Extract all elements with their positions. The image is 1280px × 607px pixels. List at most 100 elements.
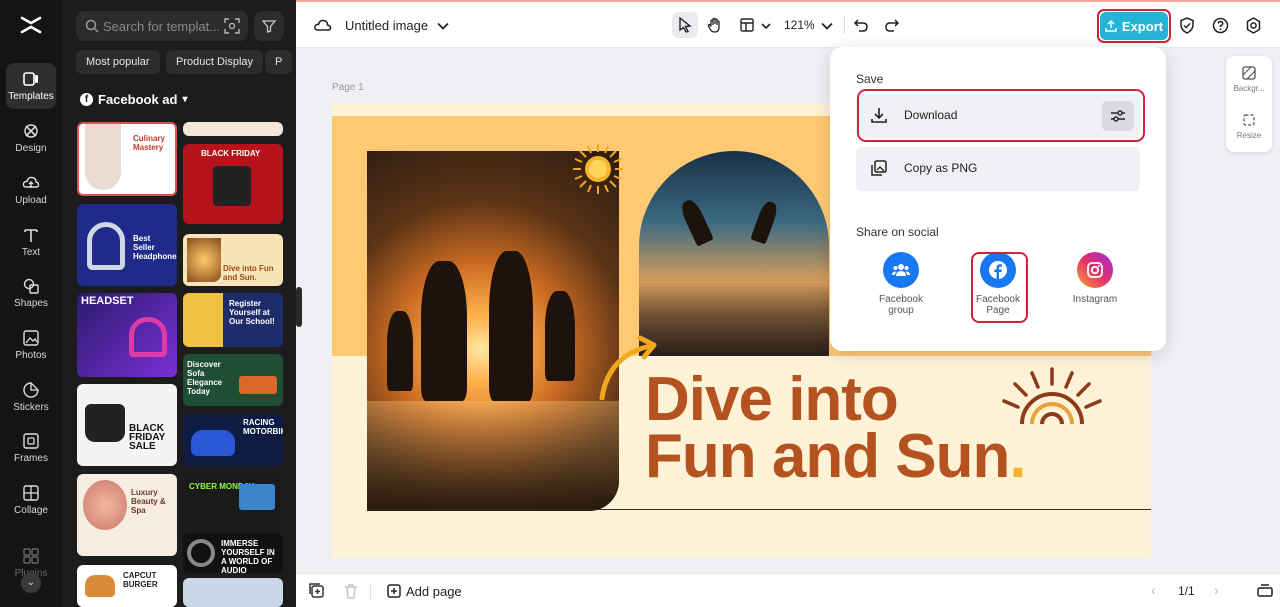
settings-gear-icon[interactable]: [1242, 14, 1264, 36]
photos-icon: [23, 330, 39, 346]
rail-design[interactable]: Design: [6, 115, 56, 161]
duplicate-page-icon[interactable]: [308, 582, 326, 600]
template-title: RACING MOTORBIKE: [243, 418, 283, 436]
design-icon: [24, 124, 38, 138]
chip-most-popular[interactable]: Most popular: [76, 50, 160, 74]
template-thumb[interactable]: Luxury Beauty & Spa: [77, 474, 177, 556]
template-thumb[interactable]: Register Yourself at Our School!: [183, 293, 283, 347]
side-tool-label: Resize: [1236, 131, 1262, 140]
category-selector[interactable]: f Facebook ad ▾: [80, 92, 188, 107]
add-page-label: Add page: [406, 583, 462, 599]
rail-text[interactable]: Text: [6, 219, 56, 265]
social-label: Instagram: [1072, 294, 1118, 305]
chip-more[interactable]: P: [265, 50, 293, 74]
shield-icon[interactable]: [1176, 14, 1198, 36]
search-placeholder: Search for templat...: [103, 19, 221, 34]
rail-label: Upload: [15, 195, 47, 206]
template-title: Discover Sofa Elegance Today: [187, 360, 223, 396]
delete-page-icon[interactable]: [342, 582, 360, 600]
template-title: Register Yourself at Our School!: [229, 299, 275, 326]
chevron-down-icon[interactable]: [432, 15, 454, 37]
rail-frames[interactable]: Frames: [6, 425, 56, 471]
template-thumb[interactable]: BLACK FRIDAY SALE: [77, 384, 177, 466]
cloud-save-icon[interactable]: [312, 14, 334, 36]
template-thumb[interactable]: RACING MOTORBIKE: [183, 414, 283, 466]
chevron-down-icon[interactable]: [755, 15, 777, 37]
upload-icon: [22, 176, 40, 188]
help-icon[interactable]: [1209, 14, 1231, 36]
template-thumb[interactable]: [183, 578, 283, 607]
rail-label: Text: [21, 247, 41, 258]
left-rail: Templates Design Upload Text Shapes Phot…: [0, 0, 62, 607]
sunburst-graphic: [1002, 367, 1102, 425]
zoom-level[interactable]: 121%: [784, 18, 815, 32]
select-tool-icon[interactable]: [672, 12, 698, 38]
template-thumb[interactable]: CAPCUT BURGER: [77, 565, 177, 607]
template-title: Luxury Beauty & Spa: [131, 488, 166, 515]
template-thumb[interactable]: BLACK FRIDAY: [183, 144, 283, 224]
template-thumb[interactable]: CYBER MONDAY: [183, 474, 283, 526]
search-icon: [85, 19, 99, 33]
copy-image-icon: [871, 160, 887, 176]
template-title: CAPCUT BURGER: [123, 571, 158, 589]
social-label: group: [888, 305, 914, 316]
headline-text[interactable]: Dive into Fun and Sun.: [645, 365, 1027, 488]
template-title: HEADSET: [81, 295, 134, 307]
chip-product-display[interactable]: Product Display: [166, 50, 264, 74]
collage-icon: [23, 485, 39, 501]
share-section-title: Share on social: [856, 225, 939, 239]
template-thumb[interactable]: Best Seller Headphone: [77, 204, 177, 286]
family-beach-photo[interactable]: [367, 151, 619, 511]
resize-tool[interactable]: Resize: [1226, 113, 1272, 140]
rail-label: Collage: [14, 505, 48, 516]
filter-button[interactable]: [254, 11, 284, 41]
pages-panel-icon[interactable]: [1257, 583, 1273, 597]
rail-label: Frames: [14, 453, 48, 464]
template-search-input[interactable]: Search for templat...: [76, 11, 248, 41]
instagram-share[interactable]: Instagram: [1060, 252, 1130, 305]
collapse-rail-button[interactable]: ⌄: [21, 573, 41, 593]
rail-stickers[interactable]: Stickers: [6, 374, 56, 420]
background-tool[interactable]: Backgr...: [1226, 66, 1272, 93]
document-title[interactable]: Untitled image: [345, 18, 428, 33]
jumping-beach-photo[interactable]: [639, 151, 829, 356]
rail-photos[interactable]: Photos: [6, 322, 56, 368]
frames-icon: [23, 433, 39, 449]
facebook-icon: f: [80, 93, 93, 106]
template-title: Culinary Mastery: [133, 134, 166, 152]
prev-page-icon[interactable]: ‹: [1151, 582, 1156, 598]
top-toolbar: Untitled image 121% Export: [296, 2, 1280, 48]
chevron-down-icon: ▾: [182, 94, 188, 105]
rail-shapes[interactable]: Shapes: [6, 270, 56, 316]
template-thumb[interactable]: Discover Sofa Elegance Today: [183, 354, 283, 406]
template-thumb[interactable]: [183, 122, 283, 136]
chevron-down-icon[interactable]: [816, 15, 838, 37]
templates-icon: [23, 72, 38, 86]
rail-templates[interactable]: Templates: [6, 63, 56, 109]
rail-collage[interactable]: Collage: [6, 477, 56, 523]
redo-icon[interactable]: [881, 14, 903, 36]
hand-tool-icon[interactable]: [704, 14, 726, 36]
template-thumb[interactable]: Culinary Mastery: [77, 122, 177, 196]
headline-line-1: Dive into: [645, 365, 899, 434]
template-title: Best Seller Headphone: [133, 234, 177, 261]
resize-icon: [1243, 114, 1255, 126]
rail-upload[interactable]: Upload: [6, 167, 56, 213]
capcut-logo-icon: [20, 16, 42, 34]
add-page-icon: [387, 584, 401, 598]
template-thumb[interactable]: Dive into Fun and Sun.: [183, 234, 283, 286]
add-page-button[interactable]: Add page: [386, 583, 462, 599]
template-title: IMMERSE YOURSELF IN A WORLD OF AUDIO: [221, 539, 275, 573]
bottom-divider: [370, 583, 371, 599]
panel-collapse-handle[interactable]: [296, 287, 302, 327]
undo-icon[interactable]: [850, 14, 872, 36]
template-title: BLACK FRIDAY SALE: [129, 423, 166, 452]
rail-label: Photos: [15, 350, 47, 361]
templates-panel: Search for templat... Most popular Produ…: [62, 0, 296, 607]
facebook-group-share[interactable]: Facebook group: [866, 252, 936, 316]
copy-as-png-option[interactable]: Copy as PNG: [856, 147, 1140, 191]
template-thumb[interactable]: IMMERSE YOURSELF IN A WORLD OF AUDIO: [183, 533, 283, 573]
next-page-icon[interactable]: ›: [1214, 582, 1219, 598]
template-thumb[interactable]: HEADSET: [77, 293, 177, 377]
image-search-icon[interactable]: [224, 18, 240, 34]
